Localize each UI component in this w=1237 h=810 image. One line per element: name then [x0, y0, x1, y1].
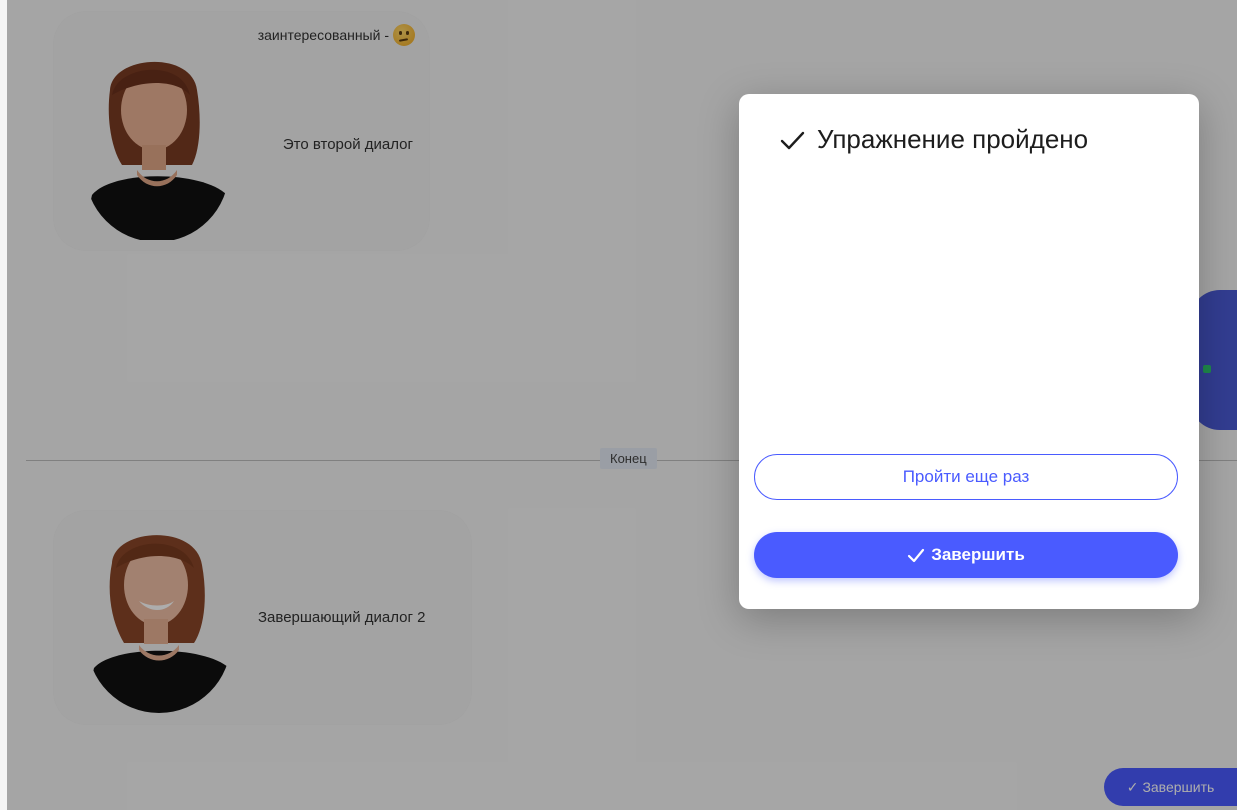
check-icon — [908, 548, 925, 563]
check-icon — [780, 131, 805, 149]
finish-button-label: Завершить — [931, 545, 1025, 564]
dialog-title-text: Упражнение пройдено — [817, 124, 1089, 154]
completion-dialog: Упражнение пройдено Пройти еще раз Завер… — [739, 94, 1199, 609]
retry-button[interactable]: Пройти еще раз — [754, 454, 1178, 500]
dialog-title: Упражнение пройдено — [779, 124, 1088, 155]
finish-button[interactable]: Завершить — [754, 532, 1178, 578]
